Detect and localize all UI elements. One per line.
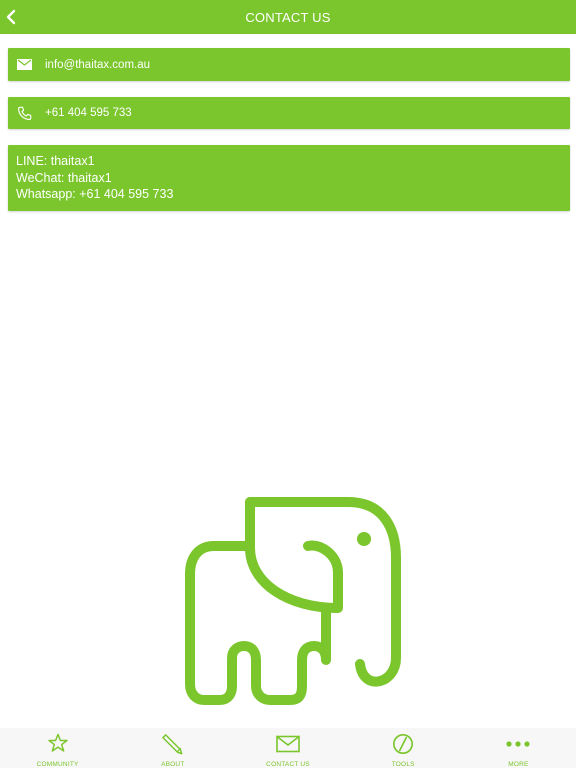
elephant-eye [357, 532, 371, 546]
chevron-left-icon [6, 9, 16, 25]
tab-more[interactable]: MORE [461, 728, 576, 768]
wechat-id-text: WeChat: thaitax1 [16, 170, 112, 185]
tab-contact-us-label: CONTACT US [266, 761, 310, 768]
messaging-card: LINE: thaitax1 WeChat: thaitax1 Whatsapp… [8, 145, 570, 211]
tab-tools[interactable]: TOOLS [346, 728, 461, 768]
phone-card[interactable]: +61 404 595 733 [8, 97, 570, 129]
slash-circle-icon [391, 732, 415, 755]
tab-contact-us[interactable]: CONTACT US [230, 728, 345, 768]
elephant-logo [185, 497, 401, 705]
tab-about-label: ABOUT [161, 761, 185, 768]
phone-icon [16, 105, 32, 121]
whatsapp-text: Whatsapp: +61 404 595 733 [16, 187, 174, 201]
tab-community[interactable]: COMMUNITY [0, 728, 115, 768]
page-title: CONTACT US [245, 9, 331, 25]
envelope-icon [16, 57, 32, 73]
phone-text: +61 404 595 733 [45, 107, 132, 119]
bottom-tab-bar: COMMUNITY ABOUT CONTACT US TOOLS MORE [0, 728, 576, 768]
tab-more-label: MORE [508, 761, 529, 768]
email-text: info@thaitax.com.au [45, 58, 151, 71]
back-button[interactable] [2, 6, 20, 28]
app-header: CONTACT US [0, 0, 576, 34]
envelope-icon [276, 732, 300, 755]
more-dots-icon [506, 732, 531, 755]
tab-tools-label: TOOLS [391, 761, 415, 768]
tab-about[interactable]: ABOUT [115, 728, 230, 768]
tab-community-label: COMMUNITY [36, 761, 79, 768]
star-icon [46, 732, 70, 755]
pencil-icon [161, 732, 185, 755]
email-card[interactable]: info@thaitax.com.au [8, 48, 570, 81]
line-id-text: LINE: thaitax1 [16, 154, 95, 168]
